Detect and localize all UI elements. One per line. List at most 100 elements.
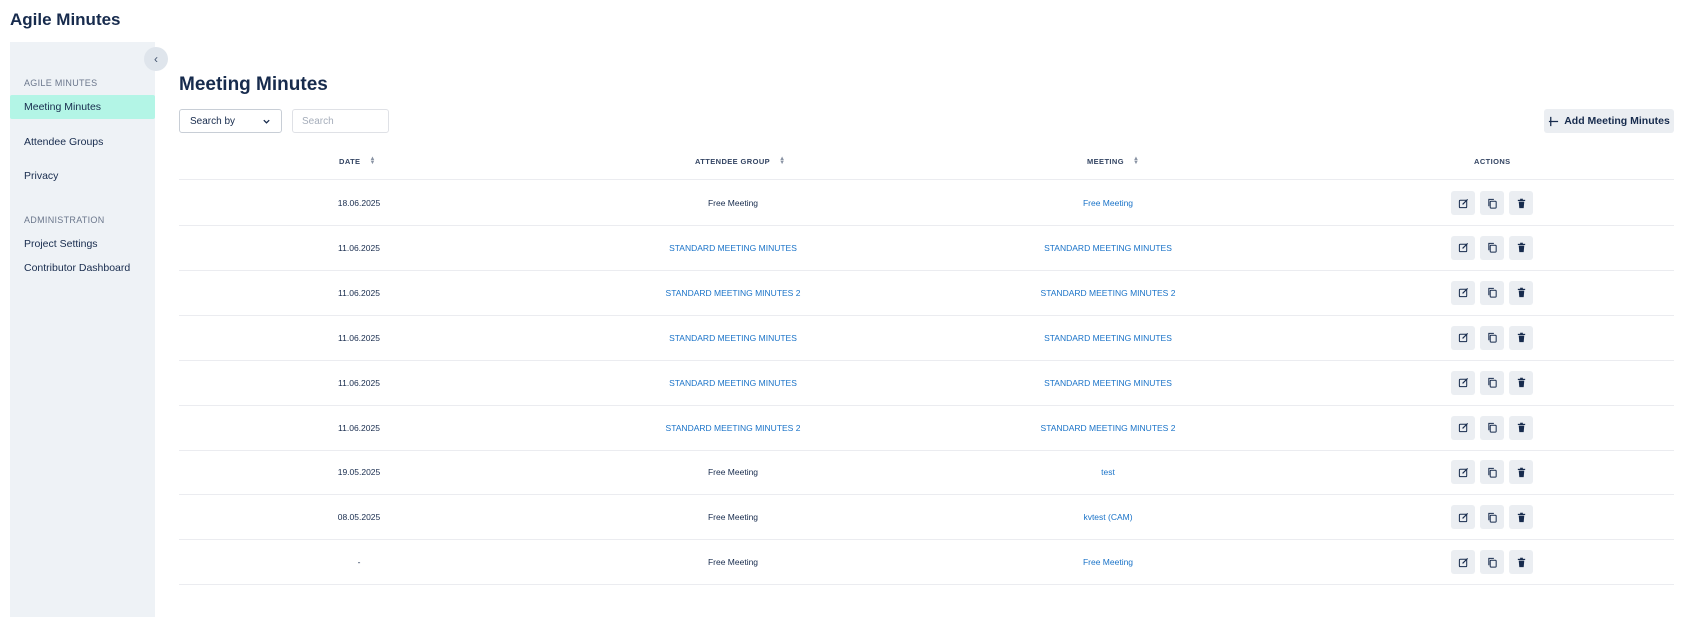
- delete-button[interactable]: [1509, 235, 1533, 260]
- table-row: 11.06.2025 STANDARD MEETING MINUTES STANDA…: [179, 316, 1674, 361]
- meeting-link[interactable]: STANDARD MEETING MINUTES: [928, 226, 1288, 270]
- meeting-link[interactable]: test: [928, 450, 1288, 494]
- edit-button[interactable]: [1451, 280, 1475, 305]
- sidebar-item-privacy[interactable]: Privacy: [10, 164, 155, 188]
- attendee-group-cell: Free Meeting: [707, 198, 759, 208]
- sidebar: [10, 42, 155, 617]
- row-actions: [1451, 550, 1533, 575]
- sort-icon[interactable]: ▲ ▼: [1133, 156, 1139, 166]
- chevron-down-icon: [263, 119, 270, 124]
- date-cell: 18.06.2025: [337, 198, 381, 208]
- meeting-link[interactable]: Free Meeting: [928, 181, 1288, 225]
- column-header-label: MEETING: [1087, 156, 1124, 166]
- trash-icon: [1516, 467, 1527, 478]
- sidebar-item-project-settings[interactable]: Project Settings: [10, 232, 155, 256]
- column-header-label: DATE: [339, 156, 361, 166]
- sidebar-section-administration: ADMINISTRATION: [24, 215, 105, 225]
- sidebar-item-label: Project Settings: [24, 238, 98, 250]
- trash-icon: [1516, 242, 1527, 253]
- copy-icon: [1487, 422, 1498, 433]
- search-by-label: Search by: [190, 115, 236, 127]
- edit-button[interactable]: [1451, 505, 1475, 530]
- sort-icon[interactable]: ▲ ▼: [779, 156, 785, 166]
- edit-icon: [1458, 242, 1469, 253]
- sidebar-item-label: Privacy: [24, 170, 59, 182]
- delete-button[interactable]: [1509, 191, 1533, 215]
- meeting-link[interactable]: kvtest (CAM): [928, 495, 1288, 539]
- date-cell: 11.06.2025: [338, 242, 380, 253]
- edit-button[interactable]: [1451, 235, 1475, 260]
- edit-icon: [1458, 512, 1469, 523]
- trash-icon: [1516, 332, 1527, 343]
- table-header: DATE ▲ ▼ ATTENDEE GROUP ▲ ▼ MEETING ▲ ▼ ACT…: [179, 150, 1674, 180]
- sidebar-item-label: Attendee Groups: [24, 136, 104, 148]
- copy-icon: [1487, 198, 1498, 209]
- sort-icon[interactable]: ▲ ▼: [369, 156, 375, 166]
- edit-icon: [1458, 422, 1469, 433]
- delete-button[interactable]: [1509, 280, 1533, 305]
- copy-button[interactable]: [1480, 235, 1504, 260]
- meeting-link[interactable]: STANDARD MEETING MINUTES: [928, 361, 1288, 405]
- attendee-group-link[interactable]: STANDARD MEETING MINUTES: [553, 226, 913, 270]
- copy-icon: [1487, 557, 1498, 568]
- row-actions: [1451, 505, 1533, 530]
- table-row: 19.05.2025 Free Meeting test: [179, 450, 1674, 496]
- copy-icon: [1487, 332, 1498, 343]
- trash-icon: [1516, 198, 1527, 209]
- delete-button[interactable]: [1509, 370, 1533, 395]
- copy-button[interactable]: [1480, 370, 1504, 395]
- row-actions: [1451, 325, 1533, 350]
- copy-button[interactable]: [1480, 280, 1504, 305]
- row-actions: [1451, 415, 1533, 440]
- delete-button[interactable]: [1509, 550, 1533, 575]
- copy-button[interactable]: [1480, 415, 1504, 440]
- edit-button[interactable]: [1451, 415, 1475, 440]
- edit-icon: [1458, 557, 1469, 568]
- delete-button[interactable]: [1509, 325, 1533, 350]
- delete-button[interactable]: [1509, 505, 1533, 530]
- copy-button[interactable]: [1480, 505, 1504, 530]
- add-meeting-minutes-button[interactable]: Add Meeting Minutes: [1544, 109, 1674, 133]
- date-cell: 08.05.2025: [337, 512, 381, 523]
- meeting-link[interactable]: STANDARD MEETING MINUTES 2: [928, 271, 1288, 315]
- sidebar-item-attendee-groups[interactable]: Attendee Groups: [10, 130, 155, 154]
- collapse-sidebar-button[interactable]: ‹: [144, 47, 168, 71]
- copy-icon: [1487, 287, 1498, 298]
- trash-icon: [1516, 557, 1527, 568]
- date-cell: 11.06.2025: [338, 422, 380, 433]
- trash-icon: [1516, 287, 1527, 298]
- delete-button[interactable]: [1509, 415, 1533, 440]
- attendee-group-link[interactable]: STANDARD MEETING MINUTES: [553, 361, 913, 405]
- attendee-group-link[interactable]: STANDARD MEETING MINUTES: [553, 316, 913, 360]
- meeting-link[interactable]: Free Meeting: [928, 540, 1288, 584]
- column-header-attendee-group: ATTENDEE GROUP ▲ ▼: [695, 150, 785, 172]
- delete-button[interactable]: [1509, 460, 1533, 485]
- sidebar-item-meeting-minutes[interactable]: Meeting Minutes: [10, 95, 155, 119]
- edit-button[interactable]: [1451, 325, 1475, 350]
- meeting-link[interactable]: STANDARD MEETING MINUTES 2: [928, 406, 1288, 450]
- column-header-date: DATE ▲ ▼: [339, 150, 376, 172]
- copy-button[interactable]: [1480, 460, 1504, 485]
- edit-button[interactable]: [1451, 370, 1475, 395]
- copy-icon: [1487, 467, 1498, 478]
- copy-button[interactable]: [1480, 325, 1504, 350]
- search-input[interactable]: [292, 109, 389, 133]
- sidebar-item-contributor-dashboard[interactable]: Contributor Dashboard: [10, 256, 155, 280]
- attendee-group-link[interactable]: STANDARD MEETING MINUTES 2: [553, 406, 913, 450]
- column-header-label: ACTIONS: [1474, 156, 1511, 166]
- attendee-group-link[interactable]: STANDARD MEETING MINUTES 2: [553, 271, 913, 315]
- column-header-meeting: MEETING ▲ ▼: [1087, 150, 1139, 172]
- edit-button[interactable]: [1451, 460, 1475, 485]
- edit-icon: [1458, 198, 1469, 209]
- copy-icon: [1487, 242, 1498, 253]
- copy-button[interactable]: [1480, 550, 1504, 575]
- sidebar-section-agile-minutes: AGILE MINUTES: [24, 78, 98, 88]
- row-actions: [1451, 280, 1533, 305]
- date-cell: 11.06.2025: [338, 287, 380, 298]
- meeting-link[interactable]: STANDARD MEETING MINUTES: [928, 316, 1288, 360]
- edit-button[interactable]: [1451, 550, 1475, 575]
- copy-button[interactable]: [1480, 191, 1504, 215]
- search-by-select[interactable]: Search by: [179, 109, 282, 133]
- edit-button[interactable]: [1451, 191, 1475, 215]
- date-cell: 11.06.2025: [338, 377, 380, 388]
